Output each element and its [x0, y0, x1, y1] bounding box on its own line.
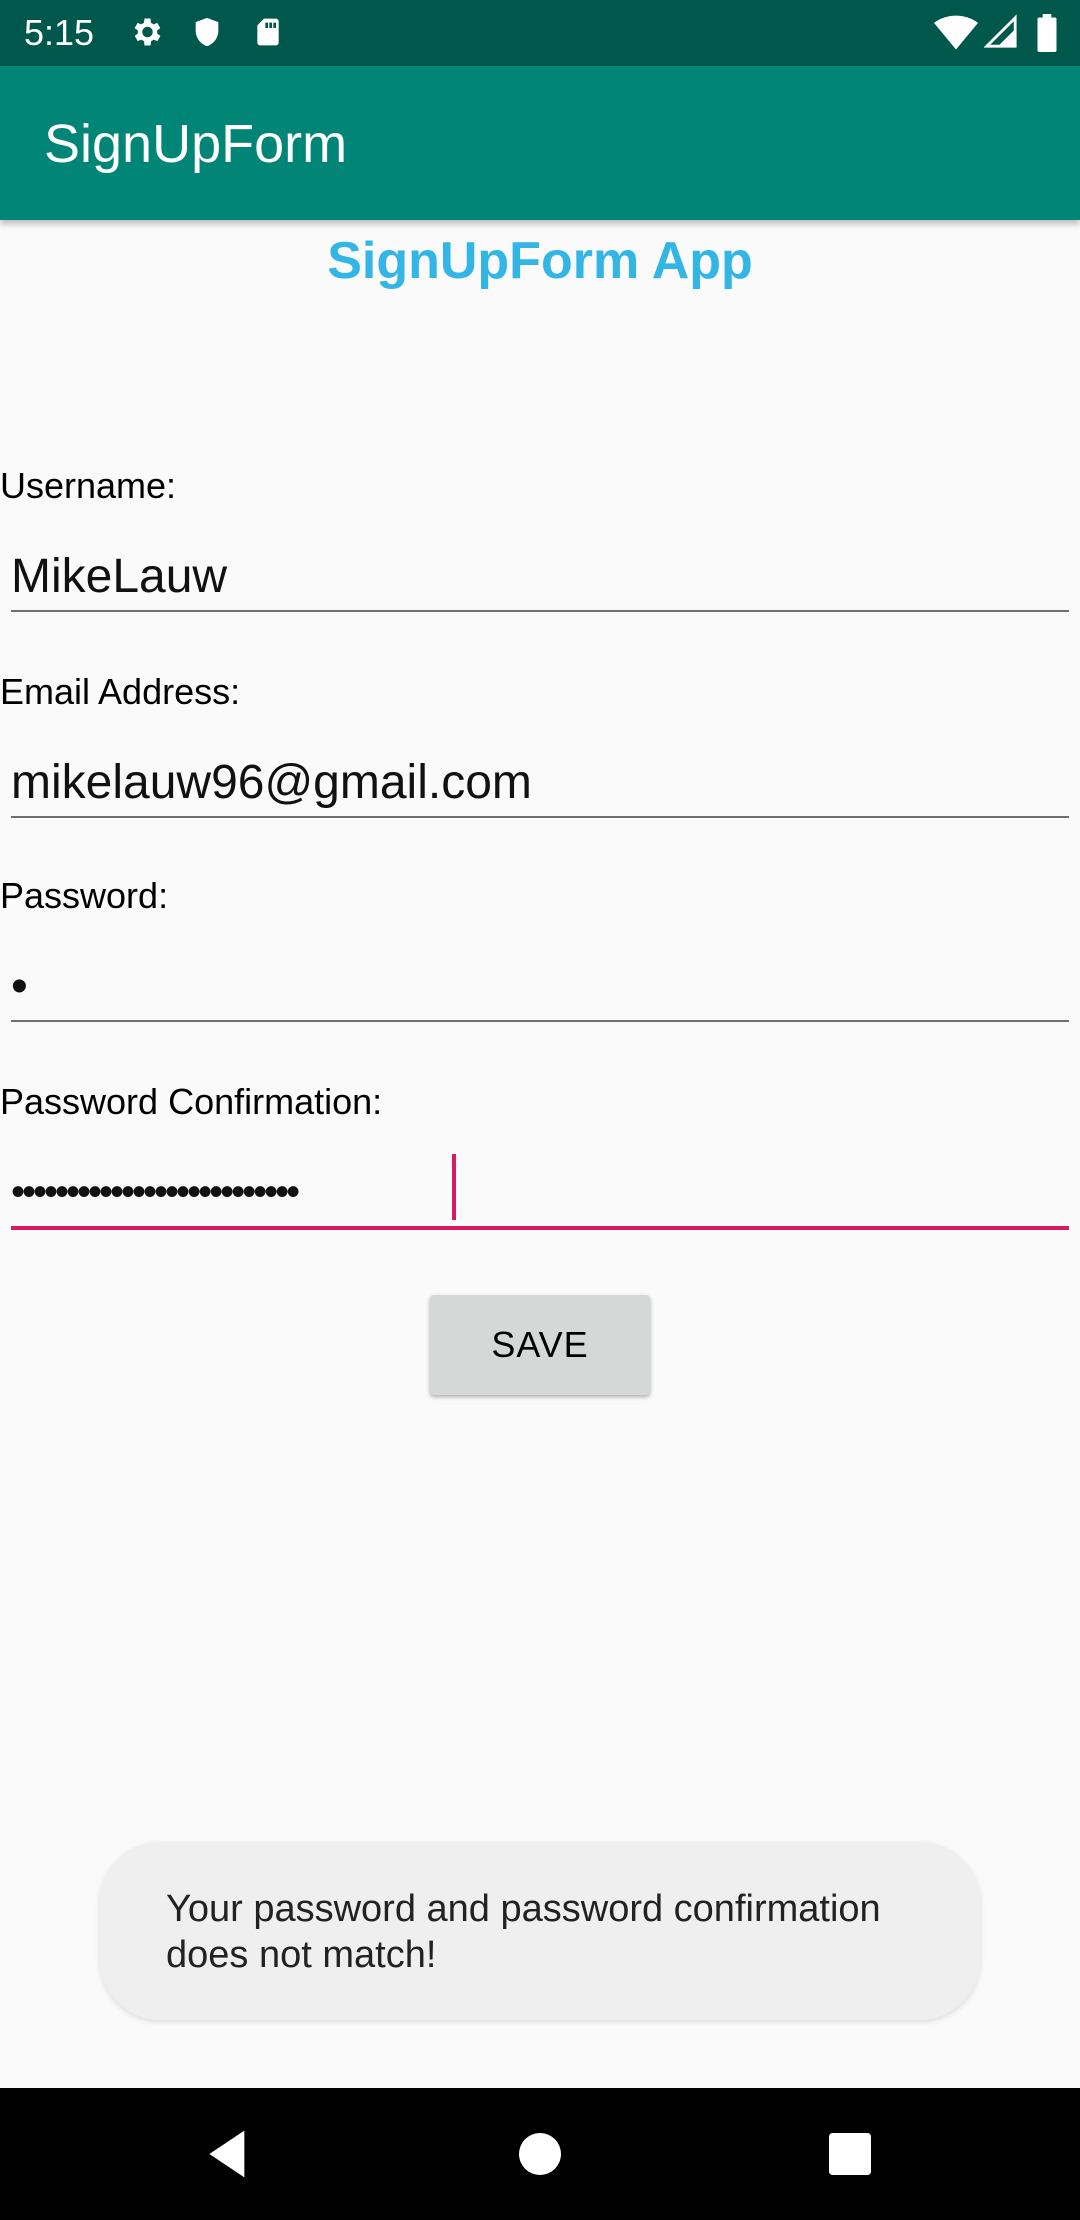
navigation-bar — [0, 2088, 1080, 2220]
username-input[interactable] — [11, 542, 1069, 612]
wifi-icon — [934, 15, 978, 50]
email-label: Email Address: — [0, 671, 241, 712]
toast-message: Your password and password confirmation … — [100, 1842, 980, 2020]
username-label: Username: — [0, 465, 177, 506]
home-icon[interactable] — [512, 2126, 568, 2182]
status-bar: 5:15 — [0, 0, 1080, 66]
gear-icon — [134, 18, 161, 46]
app-bar-title: SignUpForm — [44, 114, 348, 174]
sd-card-icon — [257, 18, 279, 46]
signal-icon — [984, 14, 1017, 48]
password-confirmation-label: Password Confirmation: — [0, 1081, 383, 1122]
password-label: Password: — [0, 875, 169, 916]
back-icon[interactable] — [200, 2126, 256, 2182]
toast-text: Your password and password confirmation … — [166, 1888, 881, 1976]
recents-icon[interactable] — [822, 2126, 878, 2182]
app-bar: SignUpForm — [0, 66, 1080, 220]
shield-icon — [195, 17, 219, 47]
password-confirmation-input[interactable] — [11, 1158, 1069, 1230]
text-cursor — [452, 1154, 456, 1220]
battery-icon — [1037, 14, 1057, 52]
save-button[interactable]: SAVE — [430, 1295, 650, 1395]
email-input[interactable] — [11, 748, 1069, 818]
status-time: 5:15 — [24, 12, 95, 53]
password-input[interactable] — [11, 952, 1069, 1022]
page-heading: SignUpForm App — [327, 232, 753, 290]
